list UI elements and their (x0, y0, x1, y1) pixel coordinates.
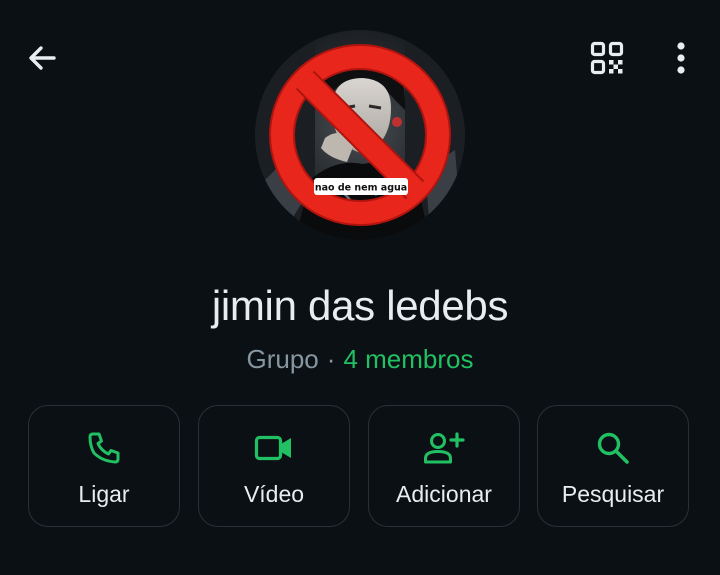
group-avatar[interactable]: nao de nem agua (255, 30, 465, 240)
video-icon (254, 435, 291, 461)
group-type-label: Grupo (246, 344, 319, 374)
qr-code-icon (590, 41, 624, 75)
more-vertical-icon (677, 42, 685, 74)
avatar-caption: nao de nem agua (315, 183, 407, 194)
avatar-image: nao de nem agua (255, 30, 465, 240)
add-participant-button-label: Adicionar (396, 481, 492, 507)
more-options-button[interactable] (657, 34, 705, 82)
video-call-button-label: Vídeo (243, 481, 305, 507)
action-buttons-row: Ligar Vídeo Adicionar Pesquisar (28, 405, 692, 529)
video-call-button[interactable]: Vídeo (198, 405, 350, 527)
group-subtitle: Grupo · 4 membros (0, 342, 720, 376)
back-button[interactable] (18, 34, 66, 82)
qr-code-button[interactable] (583, 34, 631, 82)
add-person-icon (424, 432, 465, 464)
phone-icon (88, 432, 120, 464)
search-button-label: Pesquisar (561, 481, 665, 507)
call-button[interactable]: Ligar (28, 405, 180, 527)
group-name: jimin das ledebs (211, 282, 509, 329)
members-count-link[interactable]: 4 membros (343, 344, 473, 374)
subtitle-separator: · (326, 344, 336, 374)
search-icon (597, 432, 629, 464)
search-button[interactable]: Pesquisar (537, 405, 689, 527)
add-participant-button[interactable]: Adicionar (368, 405, 520, 527)
arrow-left-icon (29, 46, 56, 70)
call-button-label: Ligar (78, 481, 130, 507)
